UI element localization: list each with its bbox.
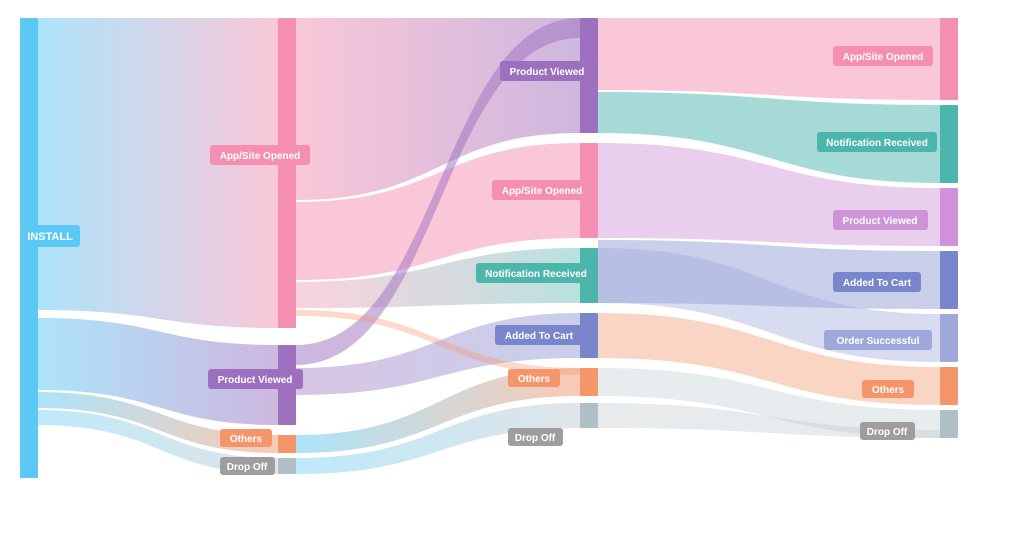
label-app-opened-2: App/Site Opened <box>502 186 583 197</box>
node-added-to-cart-2 <box>940 251 958 309</box>
label-product-viewed-3: Product Viewed <box>843 216 918 227</box>
label-product-viewed-1: Product Viewed <box>218 375 293 386</box>
sankey-chart: INSTALL App/Site Opened Product Viewed O… <box>0 0 1024 536</box>
label-app-opened-3: App/Site Opened <box>843 52 924 63</box>
node-dropoff-3 <box>940 410 958 438</box>
label-order-successful: Order Successful <box>837 336 920 347</box>
label-added-to-cart-2: Added To Cart <box>843 278 912 289</box>
label-added-to-cart-1: Added To Cart <box>505 331 574 342</box>
label-dropoff-1: Drop Off <box>227 462 268 473</box>
label-notif-received-1: Notification Received <box>485 269 587 280</box>
label-others-1: Others <box>230 434 263 445</box>
label-install: INSTALL <box>27 231 73 243</box>
label-notif-received-2: Notification Received <box>826 138 928 149</box>
label-product-viewed-2: Product Viewed <box>510 67 585 78</box>
node-app-opened-1 <box>278 18 296 328</box>
node-app-opened-3 <box>940 18 958 100</box>
node-others-1 <box>278 435 296 453</box>
node-dropoff-1 <box>278 458 296 474</box>
label-dropoff-2: Drop Off <box>515 433 556 444</box>
label-others-2: Others <box>518 374 551 385</box>
node-others-2 <box>580 368 598 396</box>
node-others-3 <box>940 367 958 405</box>
label-others-3: Others <box>872 385 905 396</box>
label-dropoff-3: Drop Off <box>867 427 908 438</box>
flow-install-app1 <box>38 18 278 328</box>
label-app-opened-1: App/Site Opened <box>220 151 301 162</box>
node-notif-received-2 <box>940 105 958 183</box>
node-dropoff-2 <box>580 403 598 428</box>
node-install <box>20 18 38 478</box>
node-product-viewed-3 <box>940 188 958 246</box>
node-order-successful <box>940 314 958 362</box>
